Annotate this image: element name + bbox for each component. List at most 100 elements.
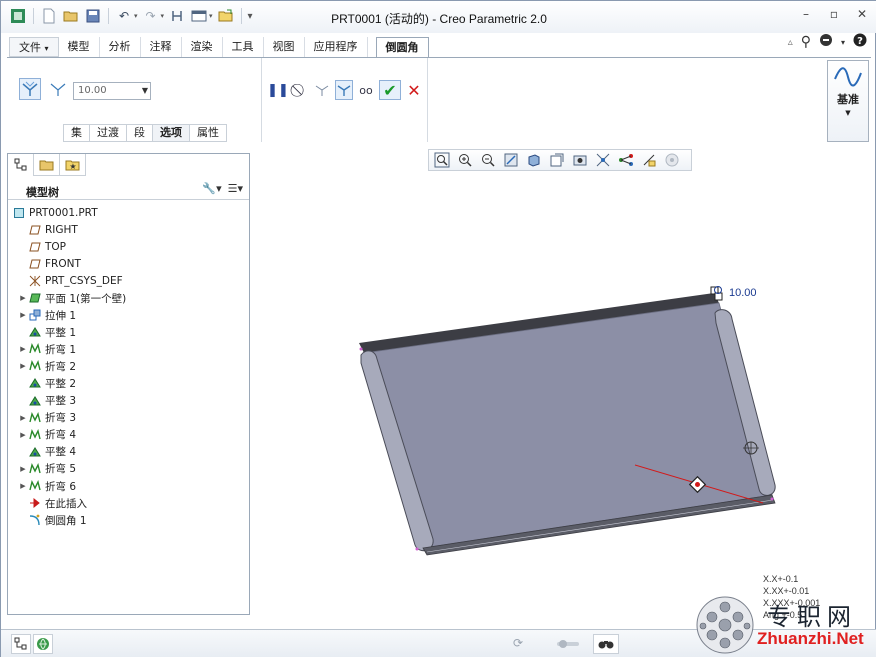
tree-item-label: 折弯 2 bbox=[45, 360, 77, 373]
expand-arrow-icon[interactable]: ▶ bbox=[18, 465, 28, 473]
expand-arrow-icon[interactable]: ▶ bbox=[18, 294, 28, 302]
expand-arrow-icon[interactable]: ▶ bbox=[18, 482, 28, 490]
tree-item[interactable]: PRT_CSYS_DEF bbox=[8, 272, 249, 289]
toggle-browser-icon[interactable] bbox=[33, 634, 53, 654]
tab-analysis[interactable]: 分析 bbox=[100, 37, 141, 57]
chordal-round-icon[interactable] bbox=[47, 78, 69, 100]
expand-arrow-icon[interactable]: ▶ bbox=[18, 311, 28, 319]
expand-arrow-icon[interactable]: ▶ bbox=[18, 362, 28, 370]
slider-knob[interactable] bbox=[559, 640, 567, 648]
cancel-button[interactable]: ✕ bbox=[405, 80, 423, 100]
radius-dropdown-icon[interactable]: ▼ bbox=[142, 83, 148, 99]
pause-icon[interactable]: ❚❚ bbox=[267, 80, 289, 100]
maximize-icon[interactable]: ▫ bbox=[827, 7, 841, 21]
tab-model[interactable]: 模型 bbox=[59, 37, 100, 57]
help-icons: ▵ ⚲ ▾ ? bbox=[788, 33, 867, 51]
refit-icon[interactable] bbox=[433, 152, 450, 169]
watermark-site-text: Zhuanzhi.Net bbox=[757, 629, 864, 648]
graphics-canvas[interactable] bbox=[251, 173, 871, 621]
unbend-icon bbox=[28, 395, 42, 407]
tab-file[interactable]: 文件 ▾ bbox=[9, 37, 59, 57]
minimize-icon[interactable]: – bbox=[799, 7, 813, 21]
tree-item[interactable]: 倒圆角 1 bbox=[8, 512, 249, 529]
expand-arrow-icon[interactable]: ▶ bbox=[18, 345, 28, 353]
tree-item[interactable]: ▶ 折弯 5 bbox=[8, 460, 249, 477]
radius-dimension-label[interactable]: 10.00 bbox=[729, 287, 757, 299]
tree-item[interactable]: 平整 2 bbox=[8, 375, 249, 392]
tolerance-line: X.XX+-0.01 bbox=[763, 586, 810, 596]
application-window: ↶ ▾ ↷ ▾ ▾ ▾ PRT0001 (活动的) - Creo Paramet… bbox=[0, 0, 876, 657]
subtab-pieces[interactable]: 段 bbox=[127, 124, 153, 142]
perspective-icon[interactable] bbox=[594, 152, 611, 169]
tab-annotate[interactable]: 注释 bbox=[141, 37, 182, 57]
radius-input[interactable]: 10.00 ▼ bbox=[73, 82, 151, 100]
ribbon-divider bbox=[427, 58, 428, 142]
tree-item[interactable]: TOP bbox=[8, 238, 249, 255]
round-sub-tabs: 集 过渡 段 选项 属性 bbox=[63, 124, 227, 142]
tab-render[interactable]: 渲染 bbox=[182, 37, 223, 57]
tree-item[interactable]: ▶ 折弯 2 bbox=[8, 358, 249, 375]
zoom-in-icon[interactable] bbox=[456, 152, 473, 169]
spin-center-icon[interactable] bbox=[663, 152, 680, 169]
preview-icon[interactable] bbox=[313, 80, 331, 100]
ok-button[interactable]: ✔ bbox=[379, 80, 401, 100]
annotation-display-icon[interactable] bbox=[640, 152, 657, 169]
no-preview-icon[interactable]: ⃠ bbox=[291, 80, 309, 100]
zoom-out-icon[interactable] bbox=[479, 152, 496, 169]
tree-item-label: 折弯 1 bbox=[45, 343, 77, 356]
tree-item-label: 倒圆角 1 bbox=[45, 514, 87, 527]
tree-item[interactable]: FRONT bbox=[8, 255, 249, 272]
tab-tools[interactable]: 工具 bbox=[223, 37, 264, 57]
community-icon[interactable] bbox=[819, 33, 833, 51]
tab-applications[interactable]: 应用程序 bbox=[305, 37, 368, 57]
tree-display-icon[interactable]: ☰▾ bbox=[228, 182, 243, 195]
datum-display-icon[interactable] bbox=[617, 152, 634, 169]
tree-item[interactable]: ▶ 折弯 6 bbox=[8, 478, 249, 495]
subtab-options[interactable]: 选项 bbox=[153, 124, 190, 142]
expand-arrow-icon[interactable]: ▶ bbox=[18, 431, 28, 439]
folder-browser-tab-icon[interactable] bbox=[34, 154, 60, 176]
subtab-properties[interactable]: 属性 bbox=[190, 124, 227, 142]
tree-item[interactable]: ▶ 折弯 4 bbox=[8, 426, 249, 443]
model-tree-tab-icon[interactable] bbox=[8, 154, 34, 176]
view-manager-icon[interactable] bbox=[571, 152, 588, 169]
expand-arrow-icon[interactable]: ▶ bbox=[18, 414, 28, 422]
tree-item[interactable]: RIGHT bbox=[8, 221, 249, 238]
csys-icon bbox=[28, 275, 42, 287]
close-icon[interactable]: ✕ bbox=[855, 7, 869, 21]
tab-round[interactable]: 倒圆角 bbox=[375, 37, 429, 57]
glasses-preview-icon[interactable]: oo bbox=[357, 80, 375, 100]
datum-button[interactable]: 基准 ▼ bbox=[827, 60, 869, 142]
community-dropdown-icon[interactable]: ▾ bbox=[841, 38, 845, 47]
tree-item[interactable]: 平整 1 bbox=[8, 324, 249, 341]
tree-item[interactable]: 在此插入 bbox=[8, 495, 249, 512]
help-icon[interactable]: ? bbox=[853, 33, 867, 51]
navigator-tabs: ★ bbox=[8, 154, 86, 176]
verify-preview-icon[interactable] bbox=[335, 80, 353, 100]
tree-item[interactable]: ▶ 折弯 1 bbox=[8, 341, 249, 358]
svg-text:?: ? bbox=[857, 36, 863, 47]
tree-item[interactable]: 平整 3 bbox=[8, 392, 249, 409]
collapse-ribbon-icon[interactable]: ▵ bbox=[788, 37, 793, 48]
toggle-navigator-icon[interactable] bbox=[11, 634, 31, 654]
subtab-transitions[interactable]: 过渡 bbox=[90, 124, 127, 142]
subtab-sets[interactable]: 集 bbox=[63, 124, 90, 142]
tree-item[interactable]: ▶ 平面 1(第一个壁) bbox=[8, 289, 249, 306]
tab-view[interactable]: 视图 bbox=[264, 37, 305, 57]
constant-round-icon[interactable] bbox=[19, 78, 41, 100]
search-icon[interactable]: ⚲ bbox=[801, 34, 811, 50]
repaint-icon[interactable] bbox=[502, 152, 519, 169]
tree-item-label: 在此插入 bbox=[45, 497, 87, 510]
selection-filter-slider[interactable] bbox=[557, 640, 579, 648]
saved-views-icon[interactable] bbox=[548, 152, 565, 169]
tree-item[interactable]: 平整 4 bbox=[8, 443, 249, 460]
find-icon[interactable] bbox=[593, 634, 619, 654]
favorites-tab-icon[interactable]: ★ bbox=[60, 154, 86, 176]
svg-text:★: ★ bbox=[69, 162, 76, 171]
display-style-icon[interactable] bbox=[525, 152, 542, 169]
tree-item[interactable]: ▶ 拉伸 1 bbox=[8, 307, 249, 324]
tree-settings-icon[interactable]: 🔧▾ bbox=[202, 182, 221, 195]
tree-item[interactable]: ▶ 折弯 3 bbox=[8, 409, 249, 426]
tree-item[interactable]: PRT0001.PRT bbox=[8, 204, 249, 221]
tree-item-label: 平整 1 bbox=[45, 326, 77, 339]
